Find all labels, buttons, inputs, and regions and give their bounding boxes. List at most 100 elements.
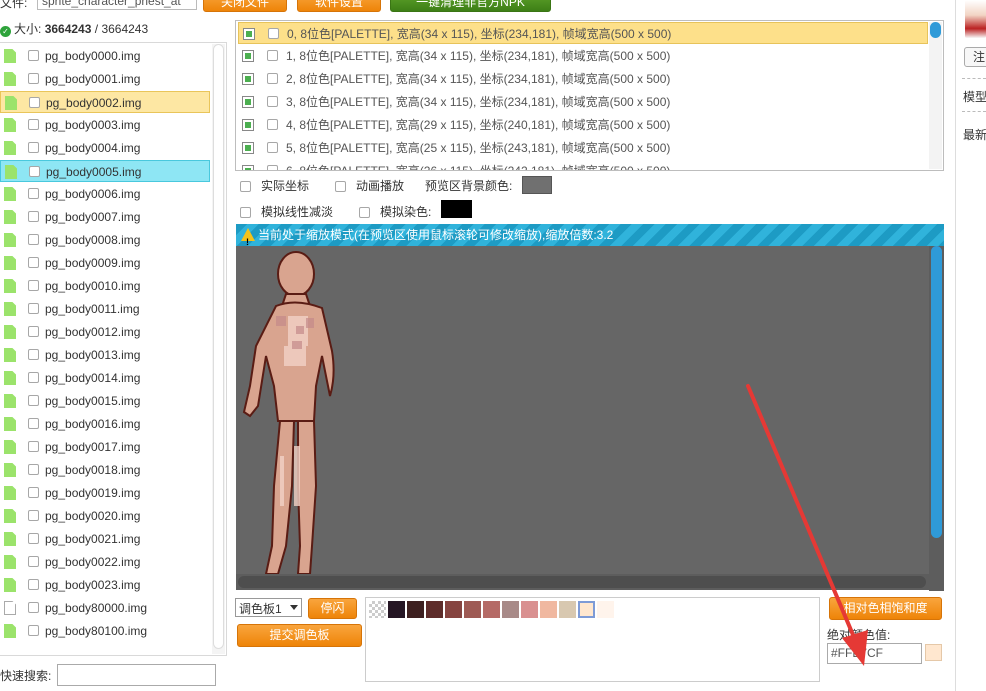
file-list-item[interactable]: pg_body0003.img — [0, 114, 210, 136]
settings-button[interactable]: 软件设置 — [297, 0, 381, 12]
palette-color-cell[interactable] — [578, 601, 595, 618]
frame-list-item[interactable]: 6, 8位色[PALETTE], 宽高(26 x 115), 坐标(242,18… — [238, 160, 928, 170]
file-checkbox[interactable] — [28, 119, 39, 130]
file-checkbox[interactable] — [28, 211, 39, 222]
palette-color-cell[interactable] — [388, 601, 405, 618]
palette-color-cell[interactable] — [597, 601, 614, 618]
option-animate[interactable]: 动画播放 — [335, 177, 404, 194]
preview-vscroll-thumb[interactable] — [931, 246, 942, 538]
palette-color-cell[interactable] — [540, 601, 557, 618]
right-panel-button[interactable]: 注 — [964, 47, 986, 67]
file-checkbox[interactable] — [28, 418, 39, 429]
preview-hscrollbar[interactable] — [236, 574, 929, 590]
frame-list-scrollbar[interactable] — [929, 22, 942, 169]
file-list-item[interactable]: pg_body0023.img — [0, 574, 210, 596]
frame-checkbox[interactable] — [267, 50, 278, 61]
palette-color-cell[interactable] — [426, 601, 443, 618]
frame-list-item[interactable]: 2, 8位色[PALETTE], 宽高(34 x 115), 坐标(234,18… — [238, 68, 928, 90]
file-checkbox[interactable] — [28, 395, 39, 406]
file-list-item[interactable]: pg_body0000.img — [0, 45, 210, 67]
file-list-item[interactable]: pg_body0001.img — [0, 68, 210, 90]
palette-color-cell[interactable] — [445, 601, 462, 618]
animate-checkbox[interactable] — [335, 181, 346, 192]
palette-select[interactable]: 调色板1 — [235, 598, 302, 617]
frame-checkbox[interactable] — [267, 73, 278, 84]
absolute-color-swatch[interactable] — [925, 644, 942, 661]
file-checkbox[interactable] — [28, 234, 39, 245]
option-linear-fade[interactable]: 模拟线性减淡 — [240, 203, 333, 220]
stop-flash-button[interactable]: 停闪 — [308, 598, 357, 619]
frame-list-item[interactable]: 3, 8位色[PALETTE], 宽高(34 x 115), 坐标(234,18… — [238, 91, 928, 113]
file-list-item[interactable]: pg_body0012.img — [0, 321, 210, 343]
palette-color-cell[interactable] — [407, 601, 424, 618]
file-checkbox[interactable] — [28, 257, 39, 268]
frame-checkbox[interactable] — [267, 119, 278, 130]
file-checkbox[interactable] — [28, 464, 39, 475]
file-list-item[interactable]: pg_body0021.img — [0, 528, 210, 550]
file-list-item[interactable]: pg_body0005.img — [0, 160, 210, 182]
file-list-item[interactable]: pg_body0007.img — [0, 206, 210, 228]
file-list-item[interactable]: pg_body0004.img — [0, 137, 210, 159]
preview-hscroll-thumb[interactable] — [238, 576, 926, 588]
file-checkbox[interactable] — [28, 487, 39, 498]
file-checkbox[interactable] — [28, 50, 39, 61]
file-checkbox[interactable] — [28, 303, 39, 314]
file-list-item[interactable]: pg_body0019.img — [0, 482, 210, 504]
file-list-item[interactable]: pg_body0002.img — [0, 91, 210, 113]
file-checkbox[interactable] — [28, 326, 39, 337]
frame-checkbox[interactable] — [267, 96, 278, 107]
option-dye[interactable]: 模拟染色: — [359, 203, 431, 220]
dye-color-swatch[interactable] — [441, 200, 472, 218]
file-list-item[interactable]: pg_body0020.img — [0, 505, 210, 527]
file-list-item[interactable]: pg_body0008.img — [0, 229, 210, 251]
option-actual-coords[interactable]: 实际坐标 — [240, 177, 309, 194]
file-checkbox[interactable] — [28, 142, 39, 153]
file-checkbox[interactable] — [28, 280, 39, 291]
frame-list-item[interactable]: 5, 8位色[PALETTE], 宽高(25 x 115), 坐标(243,18… — [238, 137, 928, 159]
file-checkbox[interactable] — [28, 372, 39, 383]
file-list-item[interactable]: pg_body0009.img — [0, 252, 210, 274]
file-checkbox[interactable] — [28, 349, 39, 360]
file-list-item[interactable]: pg_body0015.img — [0, 390, 210, 412]
frame-list-scroll-thumb[interactable] — [930, 22, 941, 38]
file-checkbox[interactable] — [28, 602, 39, 613]
file-list-item[interactable]: pg_body0016.img — [0, 413, 210, 435]
file-list-scrollbar[interactable] — [212, 44, 225, 654]
file-checkbox[interactable] — [28, 533, 39, 544]
linear-fade-checkbox[interactable] — [240, 207, 251, 218]
close-file-button[interactable]: 关闭文件 — [203, 0, 287, 12]
file-checkbox[interactable] — [28, 73, 39, 84]
frame-list-item[interactable]: 1, 8位色[PALETTE], 宽高(34 x 115), 坐标(234,18… — [238, 45, 928, 67]
file-list-item[interactable]: pg_body0018.img — [0, 459, 210, 481]
absolute-color-input[interactable]: #FFE7CF — [827, 643, 922, 664]
file-list-item[interactable]: pg_body0010.img — [0, 275, 210, 297]
search-input[interactable] — [57, 664, 216, 686]
sprite-preview-canvas[interactable] — [236, 246, 944, 590]
frame-checkbox[interactable] — [267, 142, 278, 153]
palette-color-cell[interactable] — [369, 601, 386, 618]
file-checkbox[interactable] — [28, 188, 39, 199]
dye-checkbox[interactable] — [359, 207, 370, 218]
file-list-item[interactable]: pg_body0013.img — [0, 344, 210, 366]
file-list-item[interactable]: pg_body0011.img — [0, 298, 210, 320]
file-list-item[interactable]: pg_body80000.img — [0, 597, 210, 619]
palette-color-cell[interactable] — [502, 601, 519, 618]
palette-color-cell[interactable] — [521, 601, 538, 618]
preview-vscrollbar[interactable] — [929, 246, 944, 591]
clean-npk-button[interactable]: 一键清理非官方NPK — [390, 0, 551, 12]
file-name-field[interactable]: sprite_character_priest_at — [37, 0, 197, 10]
file-checkbox[interactable] — [28, 556, 39, 567]
file-list-item[interactable]: pg_body0006.img — [0, 183, 210, 205]
file-list-item[interactable]: pg_body80100.img — [0, 620, 210, 642]
file-list-item[interactable]: pg_body0017.img — [0, 436, 210, 458]
preview-bg-color-swatch[interactable] — [522, 176, 552, 194]
file-checkbox[interactable] — [28, 579, 39, 590]
file-checkbox[interactable] — [29, 166, 40, 177]
file-list-scroll-thumb[interactable] — [213, 44, 224, 649]
file-list-item[interactable]: pg_body0022.img — [0, 551, 210, 573]
frame-list-item[interactable]: 4, 8位色[PALETTE], 宽高(29 x 115), 坐标(240,18… — [238, 114, 928, 136]
frame-list-item[interactable]: 0, 8位色[PALETTE], 宽高(34 x 115), 坐标(234,18… — [238, 22, 928, 44]
frame-checkbox[interactable] — [268, 28, 279, 39]
palette-color-cell[interactable] — [483, 601, 500, 618]
palette-color-cell[interactable] — [559, 601, 576, 618]
